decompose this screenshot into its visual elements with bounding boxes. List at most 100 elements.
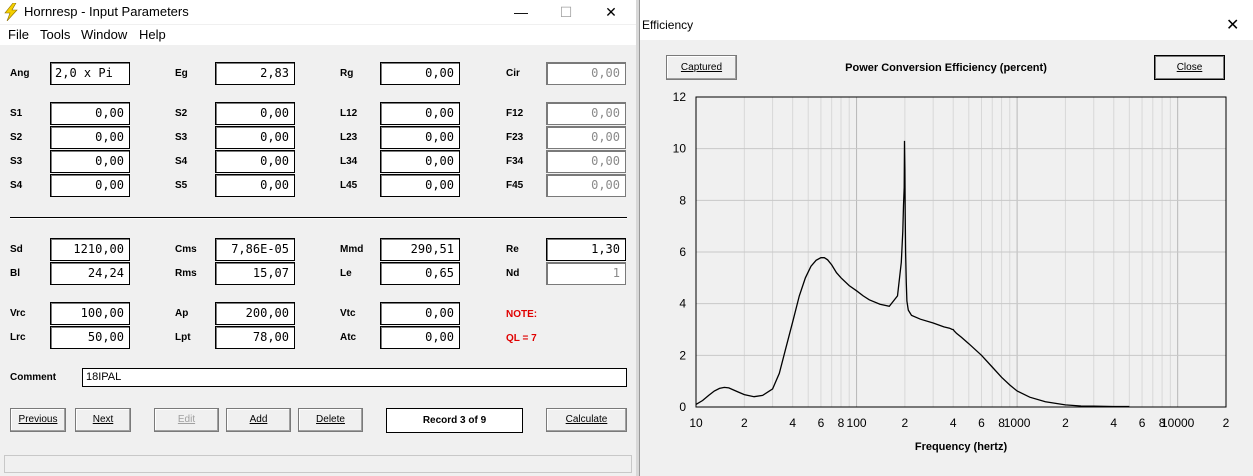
field-nd[interactable]: 1	[546, 262, 626, 285]
field-f34[interactable]: 0,00	[546, 150, 626, 173]
x-tick-label: 10	[689, 416, 703, 430]
efficiency-curve	[695, 140, 1130, 408]
field-vrc[interactable]: 100,00	[50, 302, 130, 325]
efficiency-chart: 02468101210 2 4 6 8 100 2 4 6 81000 2 4 6 810000 2 Fre…	[673, 90, 1230, 453]
field-re[interactable]: 1,30	[546, 238, 626, 261]
x-tick-label: 1000	[1004, 416, 1031, 430]
label-le: Le	[340, 268, 352, 279]
field-bl[interactable]: 24,24	[50, 262, 130, 285]
x-tick-label: 2	[1223, 416, 1230, 430]
captured-button[interactable]: Captured	[666, 55, 737, 80]
label-nd: Nd	[506, 268, 520, 279]
grid-layer	[695, 96, 1227, 408]
field-eg[interactable]: 2,83	[215, 62, 295, 85]
x-axis-title: Frequency (hertz)	[915, 441, 1008, 453]
y-tick-label: 8	[679, 193, 686, 207]
add-button[interactable]: Add	[226, 408, 291, 432]
field-f12[interactable]: 0,00	[546, 102, 626, 125]
note-ql-7: QL = 7	[506, 333, 537, 344]
field-s2[interactable]: 0,00	[50, 126, 130, 149]
field-s3[interactable]: 0,00	[215, 126, 295, 149]
hornresp-window: Hornresp - Input Parameters — ☐ ✕ File T…	[0, 0, 636, 476]
field-ang[interactable]: 2,0 x Pi	[50, 62, 130, 85]
label-s4: S4	[175, 156, 188, 167]
field-rms[interactable]: 15,07	[215, 262, 295, 285]
label-atc: Atc	[340, 332, 357, 343]
label-f34: F34	[506, 156, 524, 167]
field-s5[interactable]: 0,00	[215, 174, 295, 197]
x-tick-label: 8	[838, 416, 845, 430]
tick-layer: 02468101210 2 4 6 8 100 2 4 6 81000 2 4 6 810000 2	[673, 90, 1230, 430]
delete-button[interactable]: Delete	[298, 408, 363, 432]
y-tick-label: 6	[679, 245, 686, 259]
field-l23[interactable]: 0,00	[380, 126, 460, 149]
close-icon[interactable]: ✕	[588, 0, 634, 24]
menu-bar: File Tools Window Help	[0, 25, 636, 45]
x-tick-label: 6	[1139, 416, 1146, 430]
x-tick-label: 2	[741, 416, 748, 430]
field-sd[interactable]: 1210,00	[50, 238, 130, 261]
x-tick-label: 100	[847, 416, 867, 430]
label-s4: S4	[10, 180, 23, 191]
x-tick-label: 4	[789, 416, 796, 430]
field-s4[interactable]: 0,00	[50, 174, 130, 197]
field-cms[interactable]: 7,86E-05	[215, 238, 295, 261]
field-l12[interactable]: 0,00	[380, 102, 460, 125]
field-atc[interactable]: 0,00	[380, 326, 460, 349]
menu-help[interactable]: Help	[139, 27, 166, 42]
label-rg: Rg	[340, 68, 354, 79]
close-button[interactable]: Close	[1154, 55, 1225, 80]
label-l34: L34	[340, 156, 358, 167]
field-lpt[interactable]: 78,00	[215, 326, 295, 349]
calculate-button[interactable]: Calculate	[546, 408, 627, 432]
minimize-icon[interactable]: —	[498, 0, 544, 24]
menu-tools[interactable]: Tools	[40, 27, 70, 42]
field-s4[interactable]: 0,00	[215, 150, 295, 173]
field-s2[interactable]: 0,00	[215, 102, 295, 125]
label-s5: S5	[175, 180, 188, 191]
menu-file[interactable]: File	[8, 27, 29, 42]
label-s3: S3	[10, 156, 23, 167]
field-ap[interactable]: 200,00	[215, 302, 295, 325]
field-l45[interactable]: 0,00	[380, 174, 460, 197]
field-l34[interactable]: 0,00	[380, 150, 460, 173]
efficiency-close-icon[interactable]: ✕	[1226, 18, 1239, 34]
y-tick-label: 4	[679, 297, 686, 311]
label-l23: L23	[340, 132, 358, 143]
x-tick-label: 6	[818, 416, 825, 430]
status-bar	[4, 455, 632, 473]
label-ang: Ang	[10, 68, 30, 79]
field-mmd[interactable]: 290,51	[380, 238, 460, 261]
previous-button[interactable]: Previous	[10, 408, 66, 432]
x-tick-label: 10000	[1161, 416, 1195, 430]
label-re: Re	[506, 244, 519, 255]
menu-window[interactable]: Window	[81, 27, 127, 42]
field-vtc[interactable]: 0,00	[380, 302, 460, 325]
label-sd: Sd	[10, 244, 23, 255]
label-vtc: Vtc	[340, 308, 356, 319]
field-f23[interactable]: 0,00	[546, 126, 626, 149]
separator	[10, 217, 627, 219]
label-s2: S2	[175, 108, 188, 119]
field-cir[interactable]: 0,00	[546, 62, 626, 85]
field-le[interactable]: 0,65	[380, 262, 460, 285]
y-tick-label: 2	[679, 348, 686, 362]
x-tick-label: 6	[978, 416, 985, 430]
field-s1[interactable]: 0,00	[50, 102, 130, 125]
hornresp-title-bar: Hornresp - Input Parameters — ☐ ✕	[0, 0, 636, 24]
field-lrc[interactable]: 50,00	[50, 326, 130, 349]
window-title: Hornresp - Input Parameters	[24, 4, 189, 19]
label-mmd: Mmd	[340, 244, 364, 255]
efficiency-title: Efficiency	[642, 18, 694, 32]
field-rg[interactable]: 0,00	[380, 62, 460, 85]
field-f45[interactable]: 0,00	[546, 174, 626, 197]
label-l45: L45	[340, 180, 358, 191]
next-button[interactable]: Next	[75, 408, 131, 432]
maximize-icon[interactable]: ☐	[543, 0, 589, 24]
edit-button[interactable]: Edit	[154, 408, 219, 432]
label-f45: F45	[506, 180, 524, 191]
comment-field[interactable]: 18IPAL	[82, 368, 627, 387]
chart-title: Power Conversion Efficiency (percent)	[845, 62, 1047, 74]
comment-label: Comment	[10, 372, 57, 383]
field-s3[interactable]: 0,00	[50, 150, 130, 173]
